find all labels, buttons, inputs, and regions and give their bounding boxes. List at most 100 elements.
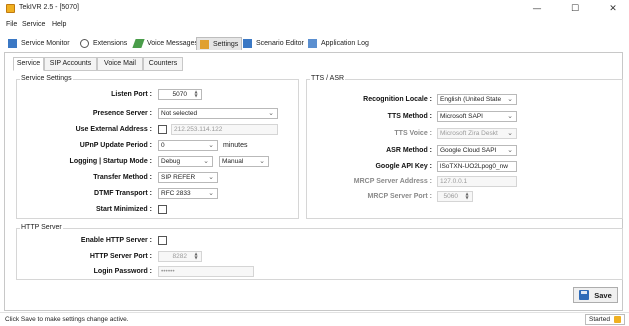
asr-method-select[interactable]: Google Cloud SAPI ⌄ [437, 145, 517, 156]
app-icon [6, 4, 15, 13]
dtmf-transport-value: RFC 2833 [161, 190, 191, 197]
extensions-icon [80, 39, 89, 48]
mrcp-server-address-value: 127.0.0.1 [440, 178, 468, 185]
chevron-down-icon: ⌄ [208, 189, 214, 197]
listen-port-label: Listen Port : [111, 91, 152, 98]
use-external-address-checkbox[interactable] [158, 125, 167, 134]
minimize-button[interactable]: — [524, 2, 550, 16]
recognition-locale-select[interactable]: English (United State ⌄ [437, 94, 517, 105]
logging-mode-select[interactable]: Debug ⌄ [158, 156, 213, 167]
chevron-down-icon: ⌄ [259, 157, 265, 165]
menu-service[interactable]: Service [22, 21, 45, 28]
enable-http-server-checkbox[interactable] [158, 236, 167, 245]
spinner-icon[interactable]: ▲ ▼ [192, 252, 200, 261]
presence-server-select[interactable]: Not selected ⌄ [158, 108, 278, 119]
service-settings-title: Service Settings [20, 75, 73, 82]
login-password-input[interactable]: •••••• [158, 266, 254, 277]
start-minimized-checkbox[interactable] [158, 205, 167, 214]
chevron-down-icon: ⌄ [507, 129, 513, 137]
google-api-key-label: Google API Key : [375, 163, 432, 170]
chevron-down-icon: ⌄ [507, 146, 513, 154]
application-log-icon [308, 39, 317, 48]
title-bar: TekIVR 2.5 - [5070] — ☐ ✕ [0, 0, 629, 17]
tts-method-select[interactable]: Microsoft SAPI ⌄ [437, 111, 517, 122]
tts-voice-select[interactable]: Microsoft Zira Deskt ⌄ [437, 128, 517, 139]
chevron-down-icon: ⌄ [507, 112, 513, 120]
http-server-port-input[interactable]: 8282 ▲ ▼ [158, 251, 202, 262]
upnp-update-period-label: UPnP Update Period : [79, 142, 152, 149]
logging-startup-mode-label: Logging | Startup Mode : [69, 158, 152, 165]
listen-port-input[interactable]: 5070 ▲ ▼ [158, 89, 202, 100]
maximize-button[interactable]: ☐ [562, 2, 588, 16]
tts-method-value: Microsoft SAPI [440, 113, 483, 120]
spinner-icon[interactable]: ▲ ▼ [192, 90, 200, 99]
tab-extensions[interactable]: Extensions [80, 37, 127, 50]
minutes-unit: minutes [223, 142, 248, 149]
transfer-method-value: SIP REFER [161, 174, 196, 181]
tab-settings[interactable]: Settings [196, 37, 243, 50]
subtab-service[interactable]: Service [13, 57, 44, 71]
chevron-down-icon: ⌄ [208, 141, 214, 149]
status-icon [614, 316, 621, 323]
transfer-method-select[interactable]: SIP REFER ⌄ [158, 172, 218, 183]
presence-server-value: Not selected [161, 110, 198, 117]
subtab-voice-mail[interactable]: Voice Mail [97, 57, 143, 71]
status-message: Click Save to make settings change activ… [5, 316, 129, 323]
subtab-counters[interactable]: Counters [143, 57, 183, 71]
google-api-key-input[interactable]: lSoTXN-UO2Lpog0_nw [437, 161, 517, 172]
startup-mode-select[interactable]: Manual ⌄ [219, 156, 269, 167]
chevron-down-icon: ⌄ [208, 173, 214, 181]
http-server-title: HTTP Server [20, 224, 63, 231]
subtab-sip-accounts[interactable]: SIP Accounts [44, 57, 97, 71]
mrcp-server-port-input[interactable]: 5060 ▲ ▼ [437, 191, 473, 202]
tab-service-monitor[interactable]: Service Monitor [8, 37, 70, 50]
upnp-update-period-value: 0 [161, 142, 165, 149]
spinner-icon[interactable]: ▲ ▼ [463, 192, 471, 201]
logging-mode-value: Debug [161, 158, 181, 165]
tab-voice-messages-label: Voice Messages [147, 40, 198, 47]
menu-bar: File Service Help [0, 19, 629, 31]
upnp-update-period-select[interactable]: 0 ⌄ [158, 140, 218, 151]
settings-icon [200, 39, 209, 49]
dtmf-transport-select[interactable]: RFC 2833 ⌄ [158, 188, 218, 199]
mrcp-server-address-label: MRCP Server Address : [353, 178, 432, 185]
tab-voice-messages[interactable]: Voice Messages [132, 37, 198, 50]
external-address-input[interactable]: 212.253.114.122 [171, 124, 278, 135]
tts-asr-title: TTS / ASR [310, 75, 346, 82]
recognition-locale-value: English (United State [440, 96, 502, 103]
tab-service-monitor-label: Service Monitor [21, 40, 70, 47]
menu-file[interactable]: File [6, 21, 17, 28]
window-title: TekIVR 2.5 - [5070] [19, 4, 79, 11]
mrcp-server-address-input[interactable]: 127.0.0.1 [437, 176, 517, 187]
use-external-address-label: Use External Address : [75, 126, 152, 133]
save-button[interactable]: Save [573, 287, 618, 303]
service-status-label: Started [589, 316, 610, 323]
enable-http-server-label: Enable HTTP Server : [80, 237, 152, 244]
tab-scenario-editor-label: Scenario Editor [256, 40, 304, 47]
monitor-icon [8, 39, 17, 48]
startup-mode-value: Manual [222, 158, 244, 165]
http-server-port-value: 8282 [172, 253, 187, 260]
tab-extensions-label: Extensions [93, 40, 128, 47]
tts-voice-value: Microsoft Zira Deskt [440, 130, 498, 137]
menu-help[interactable]: Help [52, 21, 66, 28]
tab-scenario-editor[interactable]: Scenario Editor [243, 37, 304, 50]
status-bar: Click Save to make settings change activ… [0, 312, 629, 326]
chevron-down-icon: ⌄ [268, 109, 274, 117]
external-address-value: 212.253.114.122 [174, 126, 223, 133]
service-status: Started [585, 314, 625, 325]
main-toolbar: Service Monitor Extensions Voice Message… [0, 34, 629, 52]
save-icon [579, 290, 590, 300]
tts-voice-label: TTS Voice : [394, 130, 432, 137]
dtmf-transport-label: DTMF Transport : [94, 190, 152, 197]
mrcp-server-port-label: MRCP Server Port : [367, 193, 432, 200]
listen-port-value: 5070 [172, 91, 187, 98]
tab-application-log[interactable]: Application Log [308, 37, 369, 50]
transfer-method-label: Transfer Method : [93, 174, 152, 181]
google-api-key-value: lSoTXN-UO2Lpog0_nw [440, 163, 508, 170]
save-button-label: Save [594, 290, 612, 300]
presence-server-label: Presence Server : [92, 110, 152, 117]
mrcp-server-port-value: 5060 [443, 193, 458, 200]
close-button[interactable]: ✕ [600, 2, 626, 16]
chevron-down-icon: ⌄ [203, 157, 209, 165]
